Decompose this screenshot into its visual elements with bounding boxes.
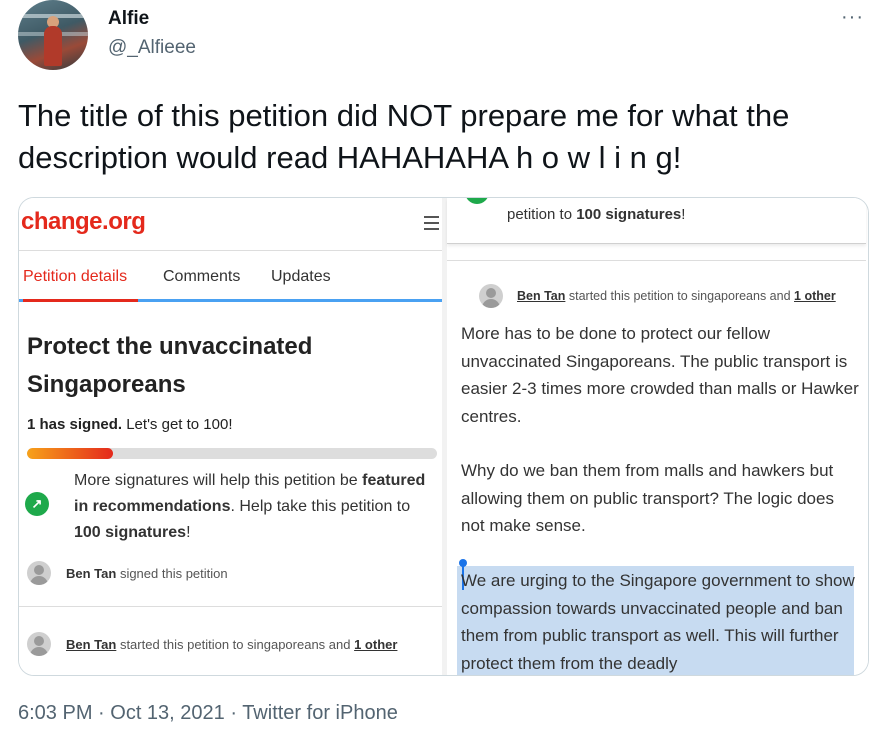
media-left-screenshot: change.org Petition details Comments Upd… <box>19 198 442 675</box>
feature-line1: More signatures will help this petition … <box>74 472 358 489</box>
activity-signed-name: Ben Tan <box>66 566 117 581</box>
starter-line: Ben Tan started this petition to singapo… <box>517 289 836 303</box>
description-paragraph-2: Why do we ban them from malls and hawker… <box>461 461 834 535</box>
activity-started-text: started this petition to singaporeans an… <box>116 637 355 652</box>
author-name[interactable]: Alfie <box>108 8 149 30</box>
activity-started-name: Ben Tan <box>66 637 117 652</box>
feature-line2: . Help take this petition to <box>230 498 411 515</box>
activity-signed: Ben Tan signed this petition <box>66 566 228 581</box>
feature-bold2: 100 signatures <box>74 524 187 541</box>
tweet-text: The title of this petition did NOT prepa… <box>18 98 790 175</box>
sig-text: petition to <box>507 206 577 223</box>
feature-message: More signatures will help this petition … <box>74 468 434 546</box>
tweet-media[interactable]: change.org Petition details Comments Upd… <box>18 197 869 676</box>
progress-fill <box>27 448 114 459</box>
activity-signed-text: signed this petition <box>116 566 228 581</box>
selection-handle-icon <box>459 559 467 567</box>
section-divider <box>447 260 866 261</box>
starter-text: started this petition to singaporeans an… <box>565 289 795 303</box>
feature-end: ! <box>186 524 191 541</box>
petition-title: Protect the unvaccinated Singaporeans <box>27 333 313 398</box>
avatar-person <box>44 26 62 66</box>
author-avatar[interactable] <box>18 0 88 70</box>
active-tab-indicator <box>23 299 138 302</box>
description-paragraph-3: We are urging to the Singapore governmen… <box>461 571 855 673</box>
tab-updates: Updates <box>271 268 331 285</box>
description-paragraph-1: More has to be done to protect our fello… <box>461 324 859 426</box>
header-divider <box>19 250 442 251</box>
change-org-logo: change.org <box>21 208 146 235</box>
signature-goal-text: petition to 100 signatures! <box>507 206 685 223</box>
author-handle[interactable]: @_Alfieee <box>108 37 196 59</box>
signature-progress-bar <box>27 448 437 459</box>
tab-petition-details: Petition details <box>23 268 128 285</box>
tweet-timestamp[interactable]: 6:03 PM · Oct 13, 2021 · Twitter for iPh… <box>18 702 398 725</box>
sig-end: ! <box>681 206 686 223</box>
starter-name: Ben Tan <box>517 289 566 303</box>
trending-up-icon: ↗ <box>25 492 49 516</box>
activity-started-link: 1 other <box>354 637 398 652</box>
more-options-icon[interactable]: ··· <box>841 6 864 29</box>
user-avatar-icon <box>27 632 51 656</box>
signed-goal: Let's get to 100! <box>122 416 233 433</box>
signed-status: 1 has signed. Let's get to 100! <box>27 416 233 433</box>
starter-link: 1 other <box>794 289 836 303</box>
user-avatar-icon <box>27 561 51 585</box>
signed-count: 1 has signed. <box>27 416 123 433</box>
tab-comments: Comments <box>163 268 241 285</box>
user-avatar-icon <box>479 284 503 308</box>
activity-divider <box>19 606 442 607</box>
media-right-screenshot: petition to 100 signatures! Ben Tan star… <box>447 198 868 675</box>
hamburger-menu-icon <box>424 216 439 234</box>
sig-bold: 100 signatures <box>576 206 682 223</box>
activity-started: Ben Tan started this petition to singapo… <box>66 637 397 652</box>
